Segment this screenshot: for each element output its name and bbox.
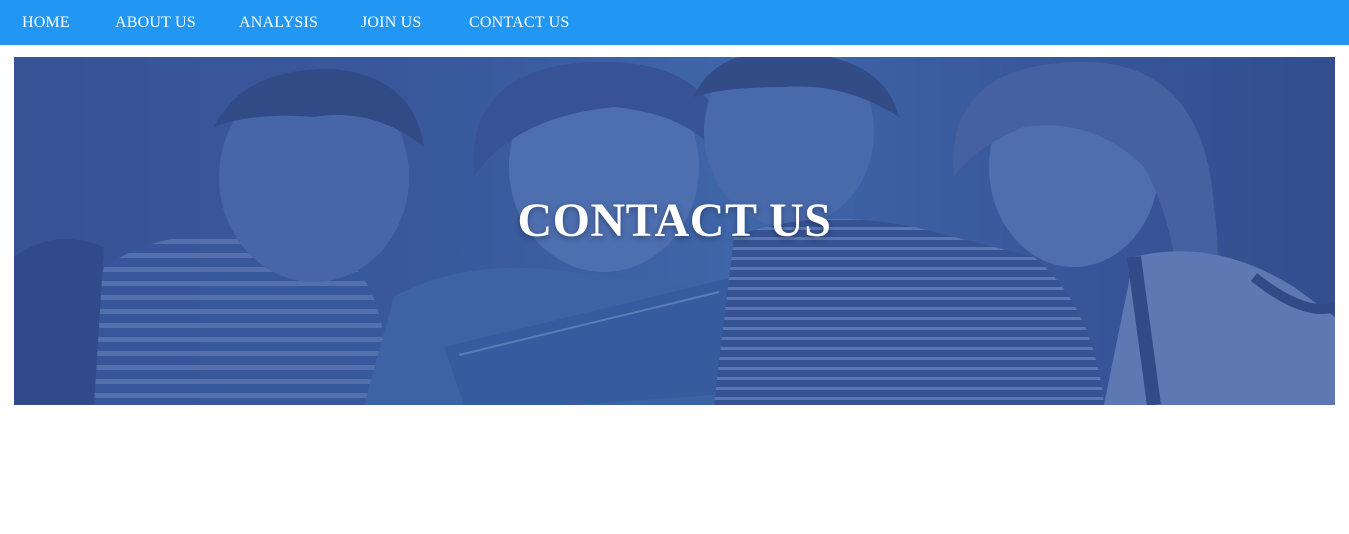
nav-contact-us-link[interactable]: CONTACT US — [469, 0, 569, 45]
nav-about-us-link[interactable]: ABOUT US — [115, 0, 196, 45]
nav-analysis-link[interactable]: ANALYSIS — [239, 0, 318, 45]
hero-title: CONTACT US — [517, 194, 832, 247]
hero-banner: CONTACT US — [14, 57, 1335, 405]
top-navbar: HOME ABOUT US ANALYSIS JOIN US CONTACT U… — [0, 0, 1349, 45]
nav-join-us-link[interactable]: JOIN US — [361, 0, 422, 45]
nav-home-link[interactable]: HOME — [22, 0, 70, 45]
